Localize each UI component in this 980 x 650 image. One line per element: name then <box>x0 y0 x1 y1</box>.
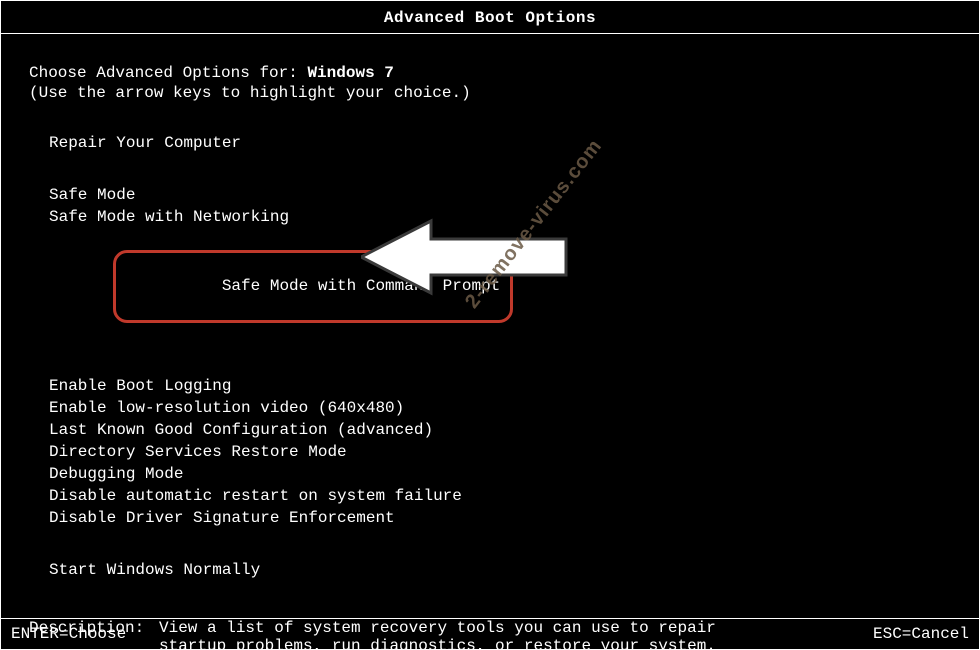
menu-item-enable-boot-logging[interactable]: Enable Boot Logging <box>49 375 979 397</box>
menu-group-normal: Start Windows Normally <box>29 559 979 581</box>
screen-title: Advanced Boot Options <box>384 9 596 27</box>
menu-item-debugging-mode[interactable]: Debugging Mode <box>49 463 979 485</box>
menu-item-ds-restore-mode[interactable]: Directory Services Restore Mode <box>49 441 979 463</box>
menu-item-repair-your-computer[interactable]: Repair Your Computer <box>49 132 979 154</box>
menu-item-safe-mode-command-prompt-label: Safe Mode with Command Prompt <box>222 277 500 295</box>
menu-item-safe-mode[interactable]: Safe Mode <box>49 184 979 206</box>
menu-item-low-res-video[interactable]: Enable low-resolution video (640x480) <box>49 397 979 419</box>
choose-prompt-prefix: Choose Advanced Options for: <box>29 64 307 82</box>
menu-group-advanced: Enable Boot Logging Enable low-resolutio… <box>29 375 979 529</box>
esc-hint: ESC=Cancel <box>873 625 969 643</box>
os-name: Windows 7 <box>307 64 393 82</box>
menu-group-safe-mode: Safe Mode Safe Mode with Networking Safe… <box>29 184 979 345</box>
menu-item-disable-auto-restart[interactable]: Disable automatic restart on system fail… <box>49 485 979 507</box>
content-area: Choose Advanced Options for: Windows 7 (… <box>1 34 979 650</box>
boot-options-screen: Advanced Boot Options Choose Advanced Op… <box>0 0 980 650</box>
menu-item-last-known-good[interactable]: Last Known Good Configuration (advanced) <box>49 419 979 441</box>
enter-hint: ENTER=Choose <box>11 625 126 643</box>
menu-item-disable-driver-signature[interactable]: Disable Driver Signature Enforcement <box>49 507 979 529</box>
footer-bar: ENTER=Choose ESC=Cancel <box>1 618 979 649</box>
choose-prompt: Choose Advanced Options for: Windows 7 <box>29 64 979 82</box>
menu-group-repair: Repair Your Computer <box>29 132 979 154</box>
selected-highlight: Safe Mode with Command Prompt <box>113 250 513 323</box>
menu-item-safe-mode-command-prompt[interactable]: Safe Mode with Command Prompt <box>49 228 979 345</box>
menu-item-safe-mode-networking[interactable]: Safe Mode with Networking <box>49 206 979 228</box>
arrow-key-hint: (Use the arrow keys to highlight your ch… <box>29 84 979 102</box>
title-bar: Advanced Boot Options <box>1 1 979 34</box>
menu-item-start-windows-normally[interactable]: Start Windows Normally <box>49 559 979 581</box>
